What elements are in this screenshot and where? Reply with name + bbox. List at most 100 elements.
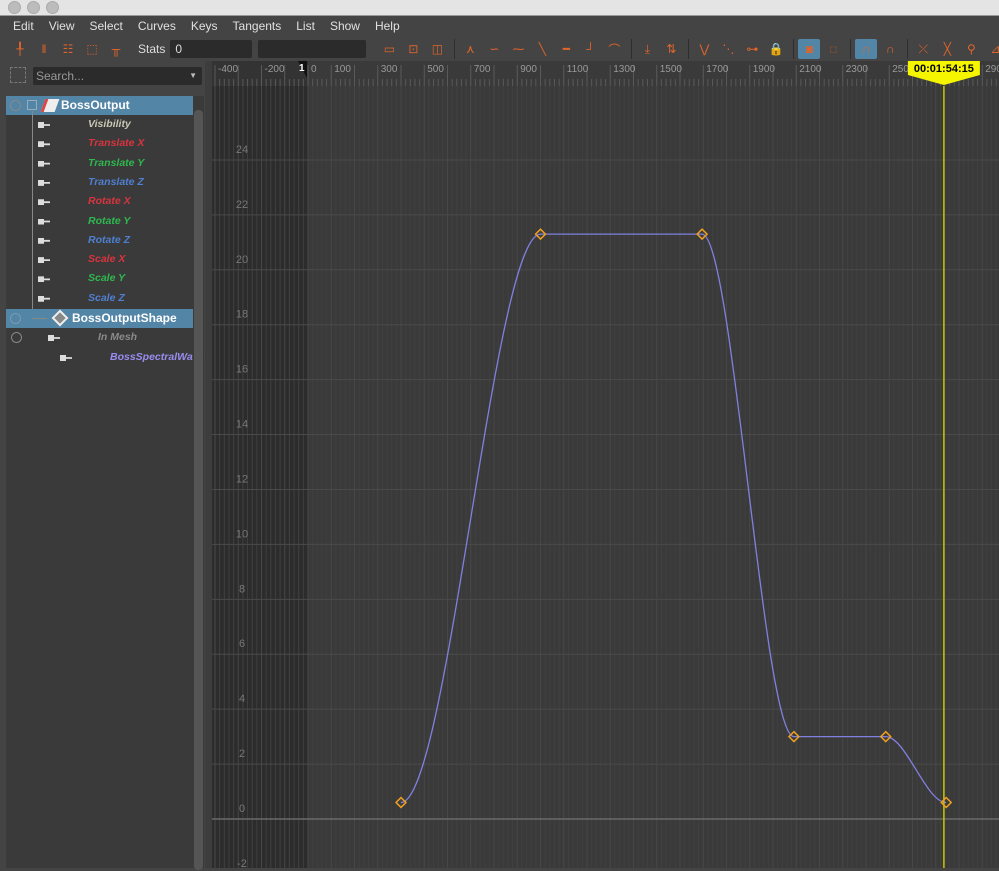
attribute-scale-z[interactable]: Scale Z [6, 289, 193, 308]
plug-icon [38, 276, 50, 283]
frame-all-icon[interactable]: ▭ [378, 39, 400, 59]
y-tick-label: 14 [236, 419, 248, 431]
minimize-button[interactable] [27, 1, 40, 14]
y-tick-label: 20 [236, 254, 248, 266]
y-tick-label: 18 [236, 309, 248, 321]
time-snap-icon[interactable]: ◙ [798, 39, 821, 59]
swap-buffer-icon[interactable]: ⇅ [660, 39, 682, 59]
attribute-label: Translate Y [88, 156, 145, 169]
lock-tangent-weight-icon[interactable]: 🔒 [765, 39, 787, 59]
normalize-icon[interactable]: ⊿ [984, 39, 999, 59]
menu-edit[interactable]: Edit [13, 17, 34, 37]
lattice-icon[interactable]: ☷ [58, 39, 78, 59]
y-tick-label: 2 [239, 748, 245, 760]
attribute-scale-y[interactable]: Scale Y [6, 269, 193, 288]
collapse-icon[interactable] [11, 332, 22, 343]
node-label: BossOutputShape [72, 311, 177, 325]
step-tangent-icon[interactable]: ┘ [579, 39, 601, 59]
chevron-down-icon[interactable]: ▼ [189, 67, 197, 85]
frame-selection-icon[interactable]: ⊡ [402, 39, 424, 59]
mesh-icon [51, 309, 69, 327]
auto-load-icon[interactable]: ∩ [855, 39, 878, 59]
attribute-translate-z[interactable]: Translate Z [6, 173, 193, 192]
linear-tangent-icon[interactable]: ╲ [531, 39, 553, 59]
frame-playback-icon[interactable]: ◫ [426, 39, 448, 59]
flat-tangent-icon[interactable]: ━ [555, 39, 577, 59]
ruler-label: 1100 [567, 64, 589, 75]
graph-view[interactable]: -2 0 2 4 6 8 10 12 14 16 18 20 22 24 [212, 86, 999, 870]
attribute-label: Translate Z [88, 175, 144, 188]
y-tick-label: 24 [236, 144, 248, 156]
plug-icon [38, 237, 50, 244]
menu-curves[interactable]: Curves [138, 17, 176, 37]
plateau-tangent-icon[interactable]: ⌒ [603, 39, 625, 59]
menu-show[interactable]: Show [330, 17, 360, 37]
attribute-label: Visibility [88, 118, 131, 130]
retime-icon[interactable]: ╥ [106, 39, 126, 59]
filter-icon[interactable] [10, 67, 26, 83]
ruler-label: -400 [218, 64, 238, 75]
move-key-icon[interactable]: ╀ [10, 39, 30, 59]
ruler-label: 700 [474, 64, 491, 75]
panel-splitter[interactable] [205, 61, 212, 868]
menu-tangents[interactable]: Tangents [233, 17, 282, 37]
attribute-rotate-y[interactable]: Rotate Y [6, 212, 193, 231]
attribute-scale-x[interactable]: Scale X [6, 250, 193, 269]
value-field[interactable] [258, 40, 367, 58]
attribute-translate-x[interactable]: Translate X [6, 134, 193, 153]
value-snap-icon[interactable]: ◘ [822, 39, 844, 59]
menu-help[interactable]: Help [375, 17, 400, 37]
post-infinity-icon[interactable]: ╳ [936, 39, 958, 59]
outliner-node-bossoutput[interactable]: BossOutput [6, 96, 193, 115]
load-selected-icon[interactable]: ∩ [879, 39, 901, 59]
attribute-rotate-x[interactable]: Rotate X [6, 192, 193, 211]
attribute-visibility[interactable]: Visibility [6, 115, 193, 134]
ruler-label: 2300 [846, 64, 869, 75]
collapse-icon[interactable] [10, 313, 21, 324]
attribute-translate-y[interactable]: Translate Y [6, 154, 193, 173]
attribute-in-mesh[interactable]: In Mesh [6, 328, 193, 347]
y-tick-label: 22 [236, 199, 248, 211]
connection-bossspectralwave[interactable]: BossSpectralWave [6, 348, 204, 367]
auto-tangent-icon[interactable]: ⋏ [459, 39, 481, 59]
time-ruler[interactable]: -400 -200 0 100 300 500 700 900 1100 1300 1500 1700… [212, 61, 999, 86]
attribute-rotate-z[interactable]: Rotate Z [6, 231, 193, 250]
free-tangent-weight-icon[interactable]: ⊶ [741, 39, 763, 59]
ruler-label: 500 [427, 64, 444, 75]
stats-field[interactable] [170, 40, 253, 58]
collapse-icon[interactable] [10, 100, 21, 111]
expand-toggle-icon[interactable] [27, 100, 37, 110]
ruler-label: 1900 [753, 64, 776, 75]
attribute-label: Scale Y [88, 272, 126, 285]
insert-key-icon[interactable]: ‖ [34, 39, 54, 59]
unify-tangents-icon[interactable]: ⋱ [717, 39, 739, 59]
ruler-label: 100 [334, 64, 351, 75]
zoom-button[interactable] [46, 1, 59, 14]
current-time-label: 00:01:54:15 [914, 63, 974, 75]
stats-label: Stats [138, 42, 166, 56]
menu-keys[interactable]: Keys [191, 17, 218, 37]
menu-select[interactable]: Select [89, 17, 122, 37]
search-input[interactable]: Search... ▼ [33, 67, 202, 85]
menu-list[interactable]: List [296, 17, 315, 37]
plug-icon [38, 141, 50, 148]
scrollbar-thumb[interactable] [194, 110, 203, 870]
outliner-scrollbar[interactable] [193, 96, 204, 870]
tree-line [32, 318, 47, 319]
clamped-tangent-icon[interactable]: ⁓ [507, 39, 529, 59]
y-tick-label: 16 [236, 364, 248, 376]
close-button[interactable] [8, 1, 21, 14]
break-tangents-icon[interactable]: ⋁ [693, 39, 715, 59]
ruler-label: 2100 [799, 64, 822, 75]
pre-infinity-icon[interactable]: ⤫ [912, 39, 934, 59]
plug-icon [60, 355, 72, 361]
buffer-curve-snapshot-icon[interactable]: ⤓ [636, 39, 658, 59]
region-icon[interactable]: ⬚ [82, 39, 102, 59]
toolbar: ╀‖☷⬚╥ Stats ▭⊡◫⋏∽⁓╲━┘⌒⤓⇅⋁⋱⊶🔒◙◘∩∩⤫╳⚲⊿⊿ [0, 37, 999, 61]
attribute-label: Rotate X [88, 195, 131, 208]
outliner-node-bossoutputshape[interactable]: BossOutputShape [6, 309, 193, 328]
isolate-curve-icon[interactable]: ⚲ [960, 39, 982, 59]
menu-bar: Edit View Select Curves Keys Tangents List Show… [0, 17, 999, 37]
spline-tangent-icon[interactable]: ∽ [483, 39, 505, 59]
menu-view[interactable]: View [49, 17, 75, 37]
